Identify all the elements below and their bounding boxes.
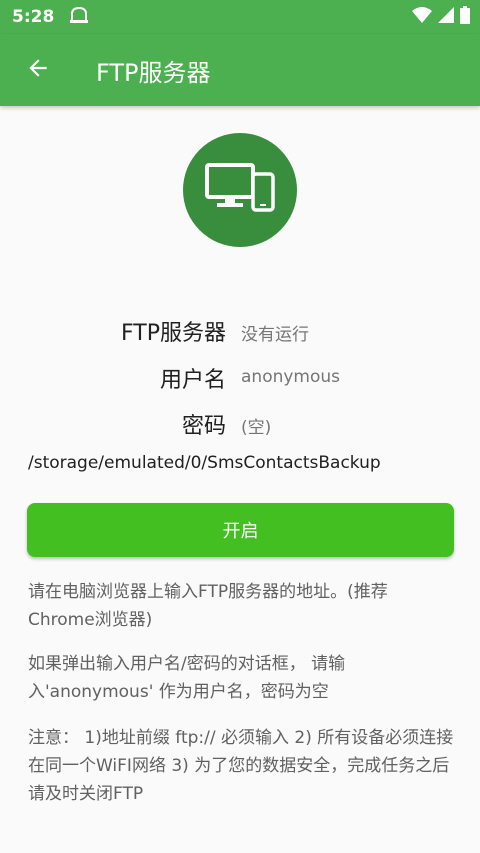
- start-button[interactable]: 开启: [27, 503, 454, 557]
- notification-icon: [68, 5, 90, 30]
- wifi-icon: [412, 6, 432, 28]
- page-title: FTP服务器: [96, 58, 211, 87]
- arrow-back-icon: [25, 55, 51, 85]
- server-label: FTP服务器: [121, 321, 226, 346]
- instruction-credentials: 如果弹出输入用户名/密码的对话框， 请输入'anonymous' 作为用户名，密…: [28, 654, 346, 702]
- username-label: 用户名: [159, 368, 226, 393]
- status-left: 5:28: [12, 5, 90, 30]
- username-value: anonymous: [241, 367, 341, 387]
- password-label: 密码: [181, 414, 226, 439]
- password-value: (空): [241, 418, 272, 438]
- status-bar: 5:28: [0, 0, 480, 34]
- username-row: 用户名 anonymous: [0, 362, 480, 402]
- devices-icon: [205, 163, 275, 217]
- battery-icon: [460, 6, 470, 28]
- app-bar: FTP服务器: [0, 34, 480, 106]
- devices-hero: [183, 133, 297, 247]
- instruction-browser: 请在电脑浏览器上输入FTP服务器的地址。(推荐Chrome浏览器): [28, 582, 388, 630]
- status-icons: [412, 6, 470, 28]
- status-time: 5:28: [12, 7, 55, 27]
- storage-path: /storage/emulated/0/SmsContactsBackup: [28, 453, 381, 473]
- password-row: 密码 (空): [0, 408, 480, 448]
- instruction-notes: 注意： 1)地址前缀 ftp:// 必须输入 2) 所有设备必须连接在同一个Wi…: [28, 728, 454, 804]
- server-status-row: FTP服务器 没有运行: [0, 315, 480, 355]
- back-button[interactable]: [0, 34, 76, 106]
- signal-icon: [438, 6, 454, 28]
- server-status: 没有运行: [241, 325, 309, 345]
